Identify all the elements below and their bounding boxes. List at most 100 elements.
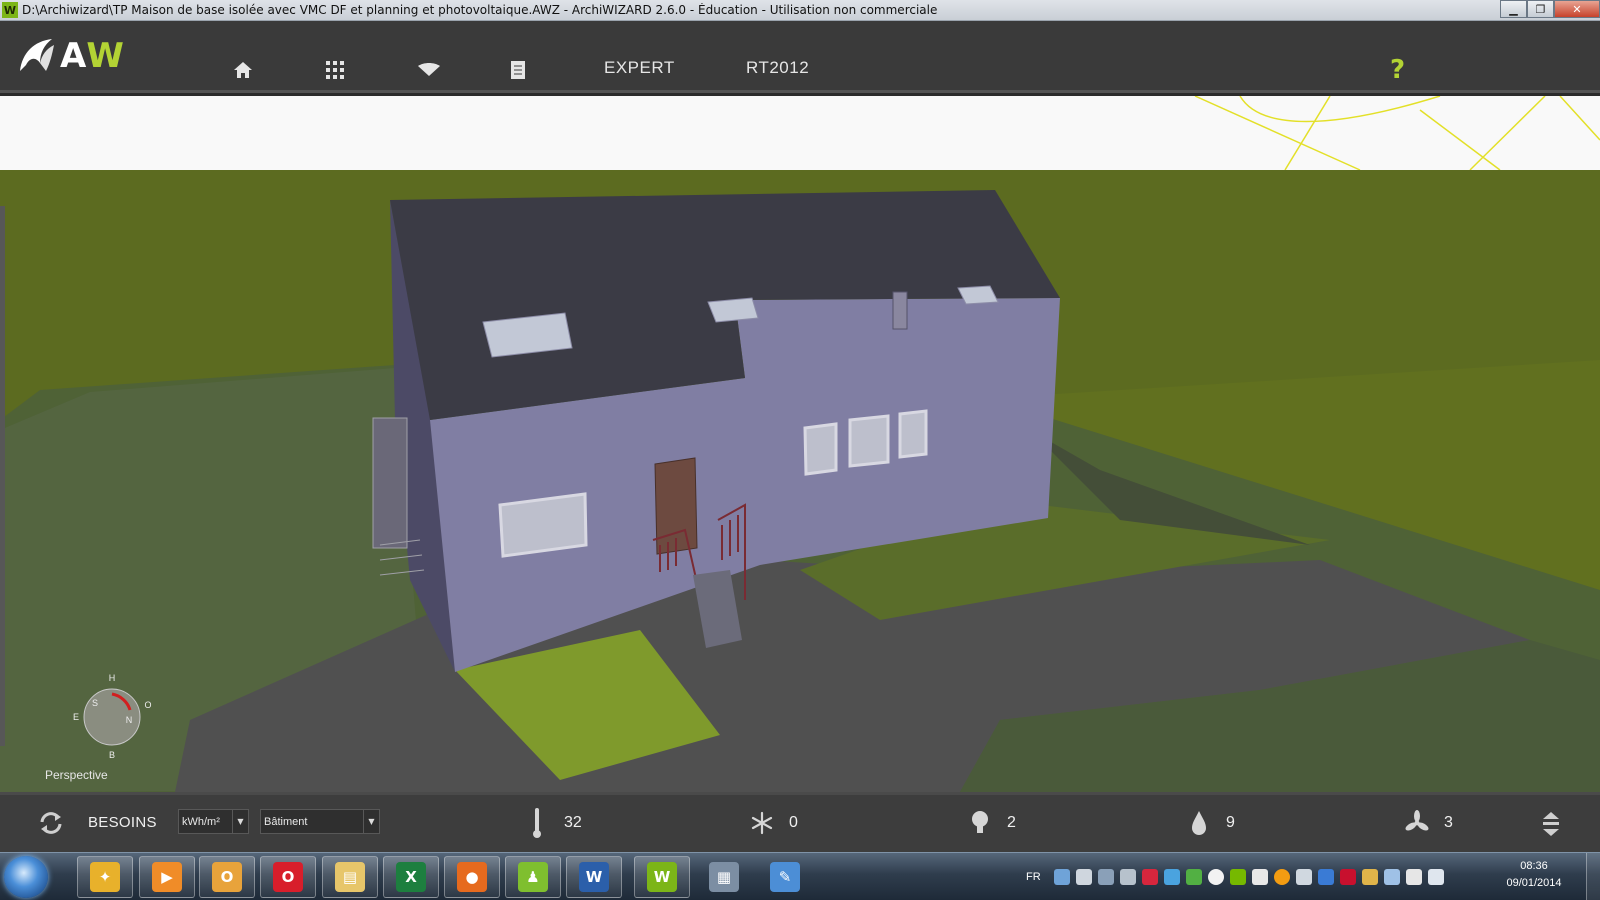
window [848, 414, 890, 468]
power-tray-icon[interactable] [1405, 869, 1422, 885]
chevron-down-icon: ▼ [363, 810, 379, 833]
scope-select[interactable]: Bâtiment ▼ [260, 809, 380, 834]
unit-select[interactable]: kWh/m² ▼ [178, 809, 249, 834]
taskbar-app-opera[interactable]: O [260, 856, 316, 898]
3d-scene [0, 96, 1600, 792]
camera-tray-icon[interactable] [1075, 869, 1092, 885]
expand-icon[interactable] [1540, 811, 1562, 837]
cooling-need-stat: 0 [749, 805, 798, 841]
taskbar-app-outlook[interactable]: O [199, 856, 255, 898]
main-header: A W EXPERT RT2012 ? [0, 21, 1600, 93]
printer-tray-icon[interactable] [1119, 869, 1136, 885]
os-taskbar: ✦ ▶ O O ▤ X ● ♟ W W ▦ ✎ FR 08:36 09/01/2014 [0, 852, 1600, 900]
acrobat-tray-icon[interactable] [1339, 869, 1356, 885]
opera-icon: O [273, 862, 303, 892]
show-desktop-button[interactable] [1586, 853, 1600, 900]
nav-home-button[interactable] [231, 58, 255, 82]
help-icon[interactable]: ? [1390, 55, 1405, 85]
left-panel-handle[interactable] [0, 206, 5, 746]
taskbar-app-games[interactable]: ✦ [77, 856, 133, 898]
nav-document-button[interactable] [506, 58, 530, 82]
archiwizard-window: W D:\Archiwizard\TP Maison de base isolé… [0, 0, 1600, 900]
orientation-compass[interactable]: H B E O S N [72, 672, 152, 760]
taskbar-app-excel[interactable]: X [383, 856, 439, 898]
antivirus-tray-icon[interactable] [1141, 869, 1158, 885]
view-mode-label[interactable]: Perspective [45, 768, 108, 782]
sky-area [0, 96, 1600, 170]
thermometer-icon [533, 808, 541, 838]
taskbar-app-firefox[interactable]: ● [444, 856, 500, 898]
ventilation-need-value: 3 [1444, 814, 1453, 831]
outlook-icon: O [212, 862, 242, 892]
nav-rt2012-tab[interactable]: RT2012 [746, 58, 809, 78]
window-titlebar: W D:\Archiwizard\TP Maison de base isolé… [0, 0, 1600, 21]
document-icon [511, 61, 525, 79]
hot-water-need-value: 9 [1226, 814, 1235, 831]
contacts-icon: ♟ [518, 862, 548, 892]
fan-icon [1405, 810, 1429, 831]
taskbar-app-archiwizard[interactable]: W [634, 856, 690, 898]
window [898, 409, 928, 459]
chevron-down-icon: ▼ [232, 810, 248, 833]
home-icon [234, 62, 252, 78]
cooling-need-value: 0 [789, 814, 798, 831]
taskbar-app-paint[interactable]: ✎ [757, 856, 813, 898]
alert-tray-icon[interactable] [1273, 869, 1290, 885]
language-indicator[interactable]: FR [1026, 871, 1041, 883]
close-icon: ✕ [1572, 2, 1582, 16]
nvidia-tray-icon[interactable] [1229, 869, 1246, 885]
eye-icon [418, 63, 440, 76]
window-title: D:\Archiwizard\TP Maison de base isolée … [22, 3, 938, 17]
refresh-icon[interactable] [38, 810, 64, 836]
window [803, 422, 838, 476]
people-tray-icon[interactable] [1361, 869, 1378, 885]
taskbar-app-explorer[interactable]: ▤ [322, 856, 378, 898]
paint-icon: ✎ [770, 862, 800, 892]
flag-tray-icon[interactable] [1251, 869, 1268, 885]
scope-select-value: Bâtiment [264, 815, 308, 828]
chimney [892, 291, 908, 330]
notes-icon: ▦ [709, 862, 739, 892]
maximize-button[interactable]: ❐ [1527, 0, 1554, 18]
bluetooth-tray-icon[interactable] [1317, 869, 1334, 885]
besoins-title: BESOINS [88, 814, 157, 831]
disc-tray-icon[interactable] [1207, 869, 1224, 885]
grid-icon [326, 61, 344, 79]
media-player-icon: ▶ [152, 862, 182, 892]
signal-tray-icon[interactable] [1427, 869, 1444, 885]
clock-date: 09/01/2014 [1506, 877, 1562, 889]
taskbar-app-contacts[interactable]: ♟ [505, 856, 561, 898]
update-tray-icon[interactable] [1185, 869, 1202, 885]
nav-expert-tab[interactable]: EXPERT [604, 58, 675, 78]
taskbar-app-word[interactable]: W [566, 856, 622, 898]
games-icon: ✦ [90, 862, 120, 892]
lightbulb-icon [972, 811, 988, 833]
taskbar-app-notes[interactable]: ▦ [696, 856, 752, 898]
nav-view-button[interactable] [417, 58, 441, 82]
3d-viewport[interactable] [0, 96, 1600, 792]
start-button[interactable] [4, 856, 48, 898]
window-controls: ▁ ❐ ✕ [1500, 0, 1600, 18]
results-bar: BESOINS kWh/m² ▼ Bâtiment ▼ 32 0 2 9 3 [0, 792, 1600, 852]
network-tray-icon[interactable] [1053, 869, 1070, 885]
tools-tray-icon[interactable] [1097, 869, 1114, 885]
logo-letter-a: A [60, 36, 86, 76]
volume-tray-icon[interactable] [1295, 869, 1312, 885]
excel-icon: X [396, 862, 426, 892]
compass-top-label: H [109, 673, 116, 683]
window [498, 492, 588, 558]
close-button[interactable]: ✕ [1554, 0, 1600, 18]
logo-letter-w: W [86, 36, 123, 76]
display-tray-icon[interactable] [1383, 869, 1400, 885]
sync-tray-icon[interactable] [1163, 869, 1180, 885]
taskbar-app-media-player[interactable]: ▶ [139, 856, 195, 898]
firefox-icon: ● [457, 862, 487, 892]
minimize-button[interactable]: ▁ [1500, 0, 1527, 18]
nav-grid-button[interactable] [323, 58, 347, 82]
archiwizard-logo: A W [16, 35, 124, 77]
heating-need-stat: 32 [524, 805, 582, 841]
maximize-icon: ❐ [1535, 2, 1546, 16]
archiwizard-icon: W [647, 862, 677, 892]
lighting-need-stat: 2 [967, 805, 1016, 841]
taskbar-clock[interactable]: 08:36 09/01/2014 [1500, 858, 1568, 892]
